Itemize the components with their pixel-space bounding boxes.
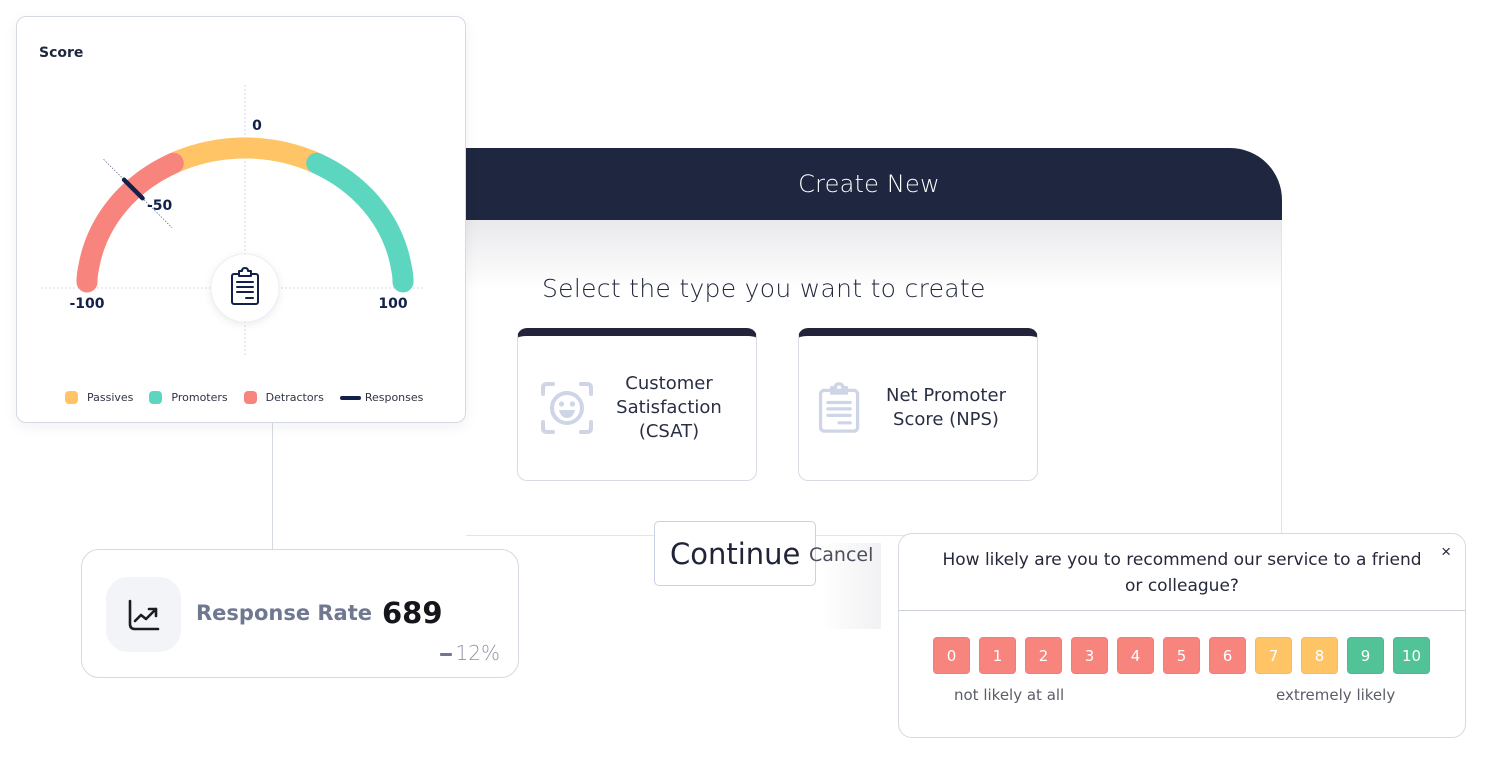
- nps-survey-card: How likely are you to recommend our serv…: [898, 533, 1466, 738]
- gauge-legend: Passives Promoters Detractors Responses: [65, 391, 439, 404]
- score-options: 0 1 2 3 4 5 6 7 8 9 10: [933, 637, 1439, 674]
- score-option-4[interactable]: 4: [1117, 637, 1154, 674]
- smile-face-scan-icon: [541, 382, 593, 434]
- gauge-label-zero: 0: [252, 118, 262, 134]
- response-rate-delta-value: 12%: [455, 641, 500, 665]
- scale-low-label: not likely at all: [954, 686, 1065, 704]
- legend-item-detractors: Detractors: [243, 391, 324, 404]
- response-rate-value: 689: [382, 596, 443, 630]
- score-option-3[interactable]: 3: [1071, 637, 1108, 674]
- score-option-1[interactable]: 1: [979, 637, 1016, 674]
- score-option-10[interactable]: 10: [1393, 637, 1430, 674]
- response-rate-label: Response Rate: [196, 601, 372, 625]
- legend-label: Passives: [87, 391, 134, 404]
- option-csat-label: Customer Satisfaction (CSAT): [616, 373, 722, 442]
- legend-line: [339, 395, 361, 400]
- connector-line: [272, 423, 273, 550]
- close-icon[interactable]: ×: [1441, 542, 1451, 562]
- dialog-header: Create New: [466, 148, 1282, 220]
- legend-item-passives: Passives: [65, 391, 133, 404]
- minus-icon: [439, 653, 452, 656]
- legend-label: Detractors: [265, 391, 324, 404]
- response-rate-icon-box: [106, 577, 181, 652]
- legend-item-promoters: Promoters: [149, 391, 228, 404]
- dialog-subtitle: Select the type you want to create: [542, 274, 986, 303]
- score-option-9[interactable]: 9: [1347, 637, 1384, 674]
- continue-button[interactable]: Continue: [654, 521, 816, 586]
- response-rate-delta: 12%: [439, 641, 500, 665]
- score-option-5[interactable]: 5: [1163, 637, 1200, 674]
- survey-divider: [899, 610, 1465, 611]
- survey-question: How likely are you to recommend our serv…: [942, 550, 1422, 596]
- score-option-2[interactable]: 2: [1025, 637, 1062, 674]
- cancel-button[interactable]: Cancel: [809, 544, 873, 566]
- gauge-label-marker: -50: [147, 198, 173, 214]
- dialog-title: Create New: [798, 170, 940, 198]
- legend-item-responses: Responses: [339, 391, 424, 404]
- legend-label: Promoters: [171, 391, 228, 404]
- score-option-7[interactable]: 7: [1255, 637, 1292, 674]
- legend-swatch: [243, 391, 257, 404]
- score-option-8[interactable]: 8: [1301, 637, 1338, 674]
- gauge-segment-passives: [162, 137, 328, 174]
- score-option-6[interactable]: 6: [1209, 637, 1246, 674]
- legend-label: Responses: [364, 391, 424, 404]
- option-csat-card[interactable]: Customer Satisfaction (CSAT): [517, 328, 757, 481]
- score-gauge: -100 -50 0 100: [41, 85, 425, 357]
- option-nps-label: Net Promoter Score (NPS): [886, 385, 1006, 430]
- gauge-segment-promoters: [306, 152, 414, 293]
- legend-swatch: [65, 391, 78, 404]
- option-nps-card[interactable]: Net Promoter Score (NPS): [798, 328, 1038, 481]
- gauge-label-max: 100: [378, 296, 407, 312]
- clipboard-icon: [818, 382, 860, 433]
- score-card: Score -100 -50 0 100 Passives Promoters: [16, 16, 466, 423]
- legend-swatch: [149, 391, 163, 404]
- response-rate-card: Response Rate 689 12%: [81, 549, 519, 678]
- gauge-segment-detractors: [76, 152, 184, 293]
- create-new-dialog: Create New Select the type you want to c…: [466, 148, 1282, 629]
- score-option-0[interactable]: 0: [933, 637, 970, 674]
- gauge-label-min: -100: [69, 296, 104, 312]
- trending-up-chart-icon: [128, 599, 159, 630]
- scale-high-label: extremely likely: [1276, 686, 1396, 704]
